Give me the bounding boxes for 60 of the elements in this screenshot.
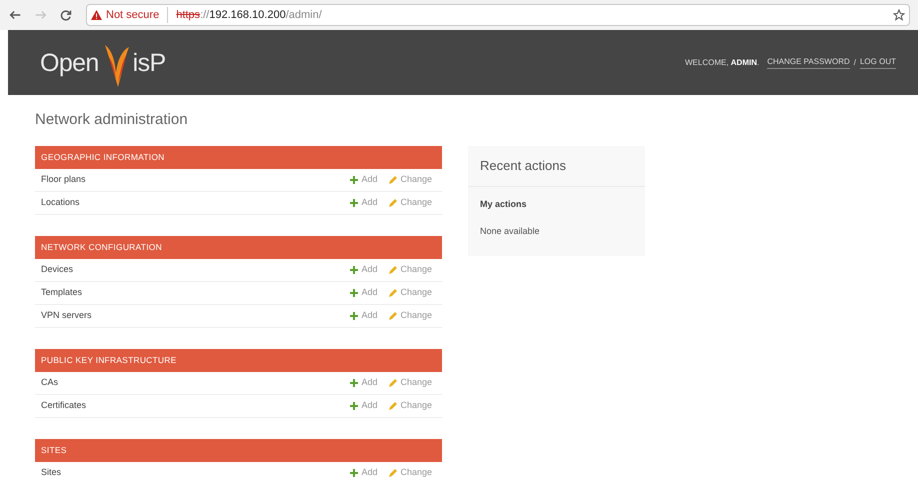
change-link[interactable]: Change	[389, 262, 432, 276]
change-link[interactable]: Change	[389, 172, 432, 186]
model-link[interactable]: Devices	[41, 262, 350, 276]
plus-icon	[350, 266, 358, 274]
separator-text: /	[854, 56, 856, 68]
panel-subtitle: My actions	[479, 198, 528, 211]
panel-title: Recent actions	[468, 146, 645, 186]
header-link[interactable]: LOG OUT	[860, 56, 896, 69]
change-link[interactable]: Change	[389, 308, 432, 322]
empty-message: None available	[479, 225, 541, 238]
plus-icon	[350, 176, 358, 184]
change-link[interactable]: Change	[389, 398, 432, 412]
warning-icon	[91, 10, 102, 20]
plus-icon	[350, 288, 358, 296]
model-link[interactable]: CAs	[41, 376, 350, 390]
model-link[interactable]: VPN servers	[41, 308, 350, 322]
add-link[interactable]: Add	[350, 262, 378, 276]
pencil-icon	[389, 288, 398, 296]
pencil-icon	[389, 468, 398, 476]
pencil-icon	[389, 266, 398, 274]
add-link[interactable]: Add	[350, 398, 378, 412]
plus-icon	[350, 198, 358, 206]
bookmark-star-icon[interactable]	[893, 9, 905, 21]
plus-icon	[350, 402, 358, 410]
module-caption: NETWORK CONFIGURATION	[35, 236, 442, 258]
model-link[interactable]: Certificates	[41, 398, 350, 412]
pencil-icon	[389, 198, 398, 206]
plus-icon	[350, 468, 358, 476]
change-link[interactable]: Change	[389, 196, 432, 210]
back-arrow-icon[interactable]	[8, 9, 22, 21]
logo-text[interactable]: Open	[40, 45, 99, 82]
address-field[interactable]: https://192.168.10.200/admin/	[172, 6, 889, 24]
model-link[interactable]: Templates	[41, 286, 350, 300]
add-link[interactable]: Add	[350, 172, 378, 186]
add-link[interactable]: Add	[350, 376, 378, 390]
module-caption: GEOGRAPHIC INFORMATION	[35, 146, 442, 168]
pencil-icon	[389, 402, 398, 410]
logo-text[interactable]: isP	[132, 45, 166, 82]
header-link[interactable]: CHANGE PASSWORD	[767, 56, 850, 69]
security-label[interactable]: Not secure	[106, 6, 168, 24]
model-link[interactable]: Locations	[41, 196, 350, 210]
change-link[interactable]: Change	[389, 376, 432, 390]
plus-icon	[350, 378, 358, 386]
pencil-icon	[389, 378, 398, 386]
add-link[interactable]: Add	[350, 308, 378, 322]
change-link[interactable]: Change	[389, 466, 432, 480]
page-title: Network administration	[35, 110, 189, 130]
pencil-icon	[389, 176, 398, 184]
add-link[interactable]: Add	[350, 196, 378, 210]
model-link[interactable]: Sites	[41, 466, 350, 480]
add-link[interactable]: Add	[350, 286, 378, 300]
add-link[interactable]: Add	[350, 466, 378, 480]
change-link[interactable]: Change	[389, 286, 432, 300]
module-caption: PUBLIC KEY INFRASTRUCTURE	[35, 348, 442, 372]
pencil-icon	[389, 312, 398, 320]
plus-icon	[350, 312, 358, 320]
welcome-text: WELCOME, ADMIN.	[684, 56, 760, 68]
model-link[interactable]: Floor plans	[41, 172, 350, 186]
module-caption: SITES	[35, 438, 442, 462]
reload-icon[interactable]	[60, 9, 74, 21]
